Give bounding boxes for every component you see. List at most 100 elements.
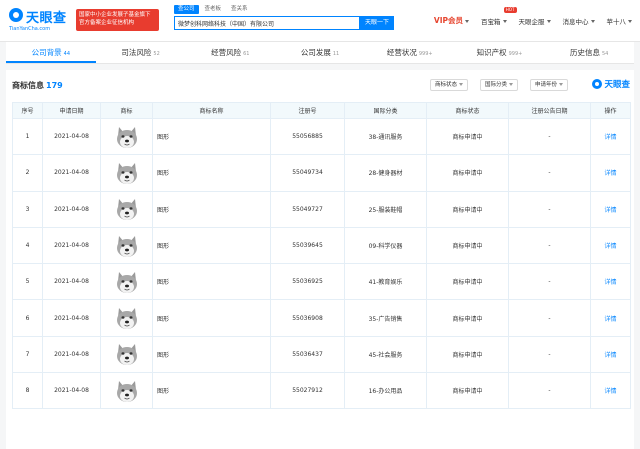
trademark-name: 图形	[152, 263, 271, 301]
tab-label: 经营风险	[211, 48, 242, 57]
filter-apply-year[interactable]: 申请年份	[530, 79, 569, 91]
shiba-dog-trademark-icon[interactable]	[114, 269, 140, 295]
trademark-panel: 商标信息 179 商标状态 国际分类 申请年份 天眼查 序号 申请日期 商标 商标…	[6, 70, 634, 449]
nav-messages[interactable]: 消息中心	[563, 16, 595, 26]
search-button[interactable]: 天眼一下	[360, 16, 394, 30]
trademark-table: 序号 申请日期 商标 商标名称 注册号 国际分类 商标状态 注册公告日期 操作 …	[12, 102, 631, 410]
col-header: 注册公告日期	[508, 102, 591, 119]
chevron-down-icon	[459, 83, 464, 86]
publication-date: -	[508, 299, 591, 337]
tab-operating-status[interactable]: 经营状况 999+	[365, 42, 455, 63]
tab-company-development[interactable]: 公司发展 11	[275, 42, 365, 63]
panel-header: 商标信息 179 商标状态 国际分类 申请年份 天眼查	[6, 70, 634, 100]
detail-link[interactable]: 详情	[590, 190, 631, 228]
trademark-status: 商标申请中	[426, 335, 509, 374]
search-tab-relation[interactable]: 查关系	[227, 5, 252, 14]
search-tab-boss[interactable]: 查老板	[201, 5, 226, 14]
shiba-dog-trademark-icon[interactable]	[114, 233, 140, 259]
filter-label: 国际分类	[485, 82, 508, 88]
registration-number: 55056885	[270, 117, 345, 156]
detail-link[interactable]: 详情	[590, 226, 631, 265]
table-row: 3 2021-04-08 图形 55049727 25-服装鞋帽 商标申请中 - 详情	[12, 190, 631, 228]
nav-treasure[interactable]: 百宝箱 HOT	[481, 6, 517, 26]
detail-link[interactable]: 详情	[590, 335, 631, 374]
trademark-status: 商标申请中	[426, 190, 509, 228]
col-header: 注册号	[270, 102, 345, 119]
row-index: 5	[12, 263, 43, 301]
chevron-down-icon	[502, 20, 507, 23]
tab-label: 司法风险	[121, 48, 152, 57]
trademark-image-cell	[100, 226, 153, 265]
trademark-name: 图形	[152, 299, 271, 337]
chevron-down-icon	[628, 20, 632, 23]
trademark-image-cell	[100, 335, 153, 374]
tab-intellectual-property[interactable]: 知识产权 999+	[455, 42, 545, 63]
tab-count: 44	[63, 51, 71, 57]
search-input[interactable]	[175, 17, 360, 29]
trademark-name: 图形	[152, 226, 271, 265]
top-header: 天眼查 TianYanCha.com 国家中小企业发展子基金旗下 官方备案企业征…	[0, 0, 640, 42]
promo-line-2: 官方备案企业征信机构	[79, 20, 135, 26]
registration-number: 55049734	[270, 154, 345, 192]
shiba-dog-trademark-icon[interactable]	[114, 124, 140, 150]
detail-link[interactable]: 详情	[590, 372, 631, 410]
trademark-image-cell	[100, 190, 153, 228]
detail-link[interactable]: 详情	[590, 299, 631, 337]
nav-user-label: 苹十八	[606, 17, 627, 26]
watermark-text: 天眼查	[604, 80, 630, 90]
tab-judicial-risk[interactable]: 司法风险 52	[96, 42, 186, 63]
promo-banner[interactable]: 国家中小企业发展子基金旗下 官方备案企业征信机构	[76, 9, 159, 31]
intl-class: 16-办公用品	[344, 372, 427, 410]
nav-messages-label: 消息中心	[562, 17, 589, 26]
shiba-dog-trademark-icon[interactable]	[114, 196, 140, 222]
shiba-dog-trademark-icon[interactable]	[114, 341, 140, 367]
section-tabs: 公司背景 44 司法风险 52 经营风险 61 公司发展 11 经营状况 999+ 知识产…	[6, 42, 634, 64]
tab-label: 公司发展	[300, 48, 331, 57]
nav-enterprise[interactable]: 天眼企服	[519, 16, 551, 26]
filter-intl-class[interactable]: 国际分类	[480, 79, 519, 91]
site-logo[interactable]: 天眼查 TianYanCha.com	[9, 8, 69, 34]
tab-label: 经营状况	[386, 48, 417, 57]
panel-title-text: 商标信息	[12, 81, 44, 90]
trademark-name: 图形	[152, 335, 271, 374]
filter-trademark-status[interactable]: 商标状态	[430, 79, 469, 91]
trademark-name: 图形	[152, 154, 271, 192]
col-header: 序号	[12, 102, 43, 119]
shiba-dog-trademark-icon[interactable]	[114, 160, 140, 186]
tab-count: 11	[332, 51, 340, 57]
nav-user[interactable]: 苹十八	[606, 16, 632, 26]
top-nav: VIP会员 百宝箱 HOT 天眼企服 消息中心 苹十八	[434, 6, 632, 26]
trademark-status: 商标申请中	[426, 226, 509, 265]
col-header: 商标	[100, 102, 153, 119]
tab-operating-risk[interactable]: 经营风险 61	[185, 42, 275, 63]
intl-class: 09-科学仪器	[344, 226, 427, 265]
col-header: 国际分类	[344, 102, 427, 119]
detail-link[interactable]: 详情	[590, 117, 631, 156]
nav-vip-label: VIP会员	[433, 16, 463, 25]
chevron-down-icon	[509, 83, 514, 86]
trademark-name: 图形	[152, 117, 271, 156]
shiba-dog-trademark-icon[interactable]	[114, 305, 140, 331]
logo-eye-icon	[9, 8, 23, 22]
detail-link[interactable]: 详情	[590, 154, 631, 192]
nav-vip[interactable]: VIP会员	[434, 15, 469, 26]
registration-number: 55036437	[270, 335, 345, 374]
logo-domain: TianYanCha.com	[9, 26, 51, 32]
col-header: 商标名称	[152, 102, 271, 119]
table-row: 8 2021-04-08 图形 55027912 16-办公用品 商标申请中 - 详情	[12, 372, 631, 410]
hot-badge: HOT	[503, 6, 517, 13]
chevron-down-icon	[559, 83, 564, 86]
tab-history[interactable]: 历史信息 54	[544, 42, 634, 63]
detail-link[interactable]: 详情	[590, 263, 631, 301]
chevron-down-icon	[465, 19, 469, 23]
tab-company-background[interactable]: 公司背景 44	[6, 42, 96, 63]
table-row: 1 2021-04-08 图形 55056885 38-通讯服务 商标申请中 - 详情	[12, 117, 631, 156]
apply-date: 2021-04-08	[42, 190, 101, 228]
search-tab-company[interactable]: 查公司	[174, 5, 199, 14]
row-index: 7	[12, 335, 43, 374]
logo-eye-icon	[592, 79, 603, 89]
trademark-image-cell	[100, 299, 153, 337]
shiba-dog-trademark-icon[interactable]	[114, 378, 140, 404]
trademark-name: 图形	[152, 190, 271, 228]
apply-date: 2021-04-08	[42, 226, 101, 265]
